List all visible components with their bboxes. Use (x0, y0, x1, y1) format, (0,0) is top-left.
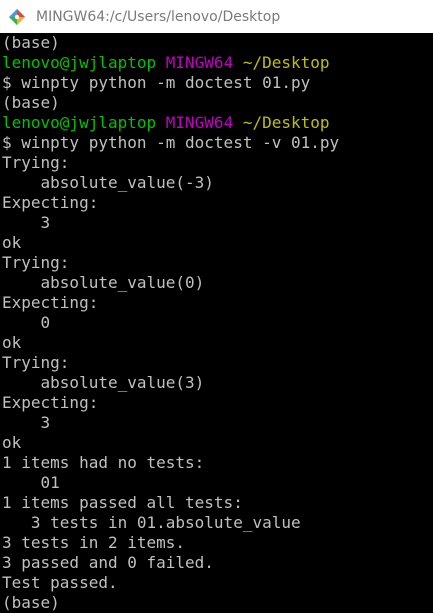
output-line: Expecting: (2, 193, 433, 213)
prompt-line: lenovo@jwjlaptop MINGW64 ~/Desktop (2, 53, 433, 73)
output-line: (base) (2, 593, 433, 613)
output-line: absolute_value(0) (2, 273, 433, 293)
output-text: 3 passed and 0 failed. (2, 553, 214, 572)
output-line: Trying: (2, 353, 433, 373)
window-title: MINGW64:/c/Users/lenovo/Desktop (36, 8, 281, 25)
output-text: (base) (2, 93, 60, 112)
output-text: $ winpty python -m doctest 01.py (2, 73, 311, 92)
output-line: (base) (2, 93, 433, 113)
output-text: 3 (2, 413, 51, 432)
output-text: 3 tests in 2 items. (2, 533, 186, 552)
output-text: 3 tests in 01.absolute_value (2, 513, 301, 532)
output-text: 1 items had no tests: (2, 453, 205, 472)
output-text: ok (2, 333, 22, 352)
output-line: Expecting: (2, 393, 433, 413)
output-line: 3 passed and 0 failed. (2, 553, 433, 573)
output-line: 01 (2, 473, 433, 493)
output-text: absolute_value(3) (2, 373, 205, 392)
output-line: (base) (2, 33, 433, 53)
output-line: ok (2, 233, 433, 253)
output-text: 01 (2, 473, 60, 492)
output-line: Expecting: (2, 293, 433, 313)
output-text: ok (2, 233, 22, 252)
output-text: Expecting: (2, 393, 99, 412)
prompt-path: ~/Desktop (242, 53, 330, 72)
output-line: Test passed. (2, 573, 433, 593)
output-line: $ winpty python -m doctest 01.py (2, 73, 433, 93)
output-text: Trying: (2, 253, 70, 272)
output-line: 3 tests in 2 items. (2, 533, 433, 553)
output-line: 0 (2, 313, 433, 333)
output-text: 1 items passed all tests: (2, 493, 243, 512)
output-line: Trying: (2, 153, 433, 173)
prompt-user: lenovo@jwjlaptop (2, 113, 157, 132)
git-bash-icon (9, 8, 25, 25)
prompt-env: MINGW64 (165, 53, 234, 72)
prompt-path: ~/Desktop (242, 113, 330, 132)
title-bar[interactable]: MINGW64:/c/Users/lenovo/Desktop (0, 0, 433, 33)
output-line: Trying: (2, 253, 433, 273)
output-line: ok (2, 433, 433, 453)
output-text: absolute_value(-3) (2, 173, 214, 192)
terminal-output[interactable]: (base) lenovo@jwjlaptop MINGW64 ~/Desktop… (2, 33, 433, 613)
output-line: $ winpty python -m doctest -v 01.py (2, 133, 433, 153)
terminal-window: MINGW64:/c/Users/lenovo/Desktop (base) le… (0, 0, 433, 613)
output-text: absolute_value(0) (2, 273, 205, 292)
output-text: Trying: (2, 153, 70, 172)
output-line: ok (2, 333, 433, 353)
prompt-user: lenovo@jwjlaptop (2, 53, 157, 72)
output-line: 3 (2, 213, 433, 233)
output-text: Expecting: (2, 293, 99, 312)
output-text: Expecting: (2, 193, 99, 212)
output-text: $ winpty python -m doctest -v 01.py (2, 133, 340, 152)
prompt-line: lenovo@jwjlaptop MINGW64 ~/Desktop (2, 113, 433, 133)
output-line: 1 items passed all tests: (2, 493, 433, 513)
output-line: absolute_value(3) (2, 373, 433, 393)
output-text: (base) (2, 33, 60, 52)
output-text: 3 (2, 213, 51, 232)
output-line: 3 (2, 413, 433, 433)
prompt-env: MINGW64 (165, 113, 234, 132)
output-text: ok (2, 433, 22, 452)
output-text: (base) (2, 593, 60, 612)
output-text: Trying: (2, 353, 70, 372)
output-text: Test passed. (2, 573, 118, 592)
output-line: absolute_value(-3) (2, 173, 433, 193)
output-text: 0 (2, 313, 51, 332)
output-line: 3 tests in 01.absolute_value (2, 513, 433, 533)
output-line: 1 items had no tests: (2, 453, 433, 473)
